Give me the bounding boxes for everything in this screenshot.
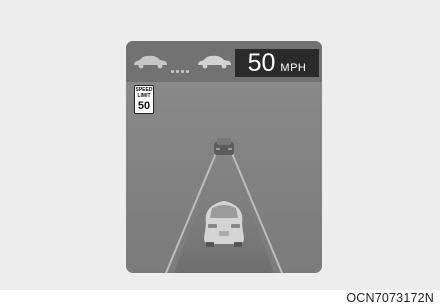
rear-car-icon	[204, 201, 244, 247]
road-scene	[165, 138, 283, 273]
lead-vehicle-rear	[214, 138, 234, 155]
figure-panel: 50 MPH SPEED LIMIT 50	[0, 0, 440, 290]
figure-caption: OCN7073172N	[346, 291, 434, 305]
cluster-display: 50 MPH SPEED LIMIT 50	[126, 41, 322, 273]
